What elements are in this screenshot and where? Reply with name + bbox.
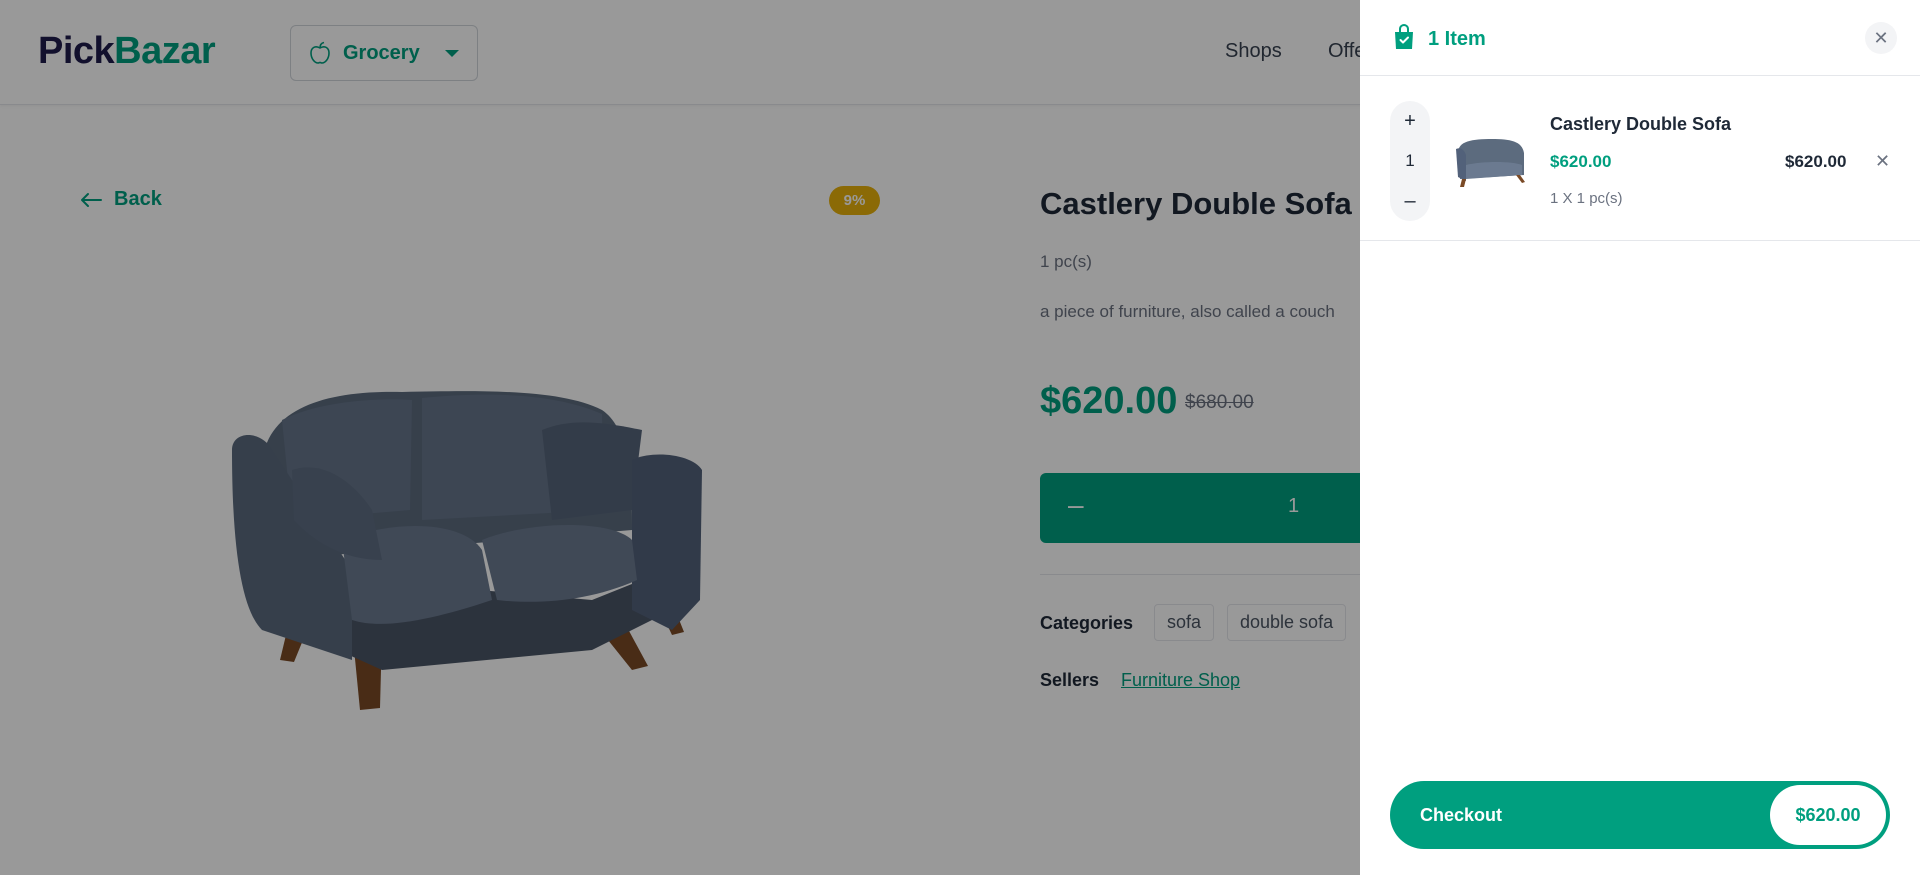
remove-icon[interactable]: ✕ bbox=[1875, 151, 1890, 172]
cart-item-quantity: 1 bbox=[1405, 151, 1415, 170]
cart-item: + 1 – Castlery Double Sofa $620.00 1 X 1… bbox=[1360, 76, 1920, 241]
cart-item-count: 1 Item bbox=[1428, 28, 1486, 50]
plus-icon[interactable]: + bbox=[1404, 109, 1416, 133]
cart-header: 1 Item ✕ bbox=[1360, 0, 1920, 76]
cart-drawer: 1 Item ✕ + 1 – Castlery Double Sofa $620… bbox=[1360, 0, 1920, 875]
checkout-button[interactable]: Checkout $620.00 bbox=[1390, 781, 1890, 849]
cart-item-qty-detail: 1 X 1 pc(s) bbox=[1550, 190, 1623, 207]
cart-item-total: $620.00 bbox=[1785, 152, 1847, 171]
checkout-total: $620.00 bbox=[1770, 785, 1886, 845]
close-icon: ✕ bbox=[1873, 27, 1889, 48]
cart-item-name: Castlery Double Sofa bbox=[1550, 114, 1732, 134]
close-cart-button[interactable]: ✕ bbox=[1865, 22, 1897, 54]
cart-item-thumbnail bbox=[1456, 139, 1525, 187]
cart-item-price: $620.00 bbox=[1550, 152, 1612, 171]
minus-icon[interactable]: – bbox=[1404, 189, 1415, 213]
shopping-bag-icon bbox=[1395, 24, 1413, 49]
cart-quantity-stepper: + 1 – bbox=[1390, 101, 1430, 221]
checkout-label: Checkout bbox=[1420, 805, 1503, 825]
